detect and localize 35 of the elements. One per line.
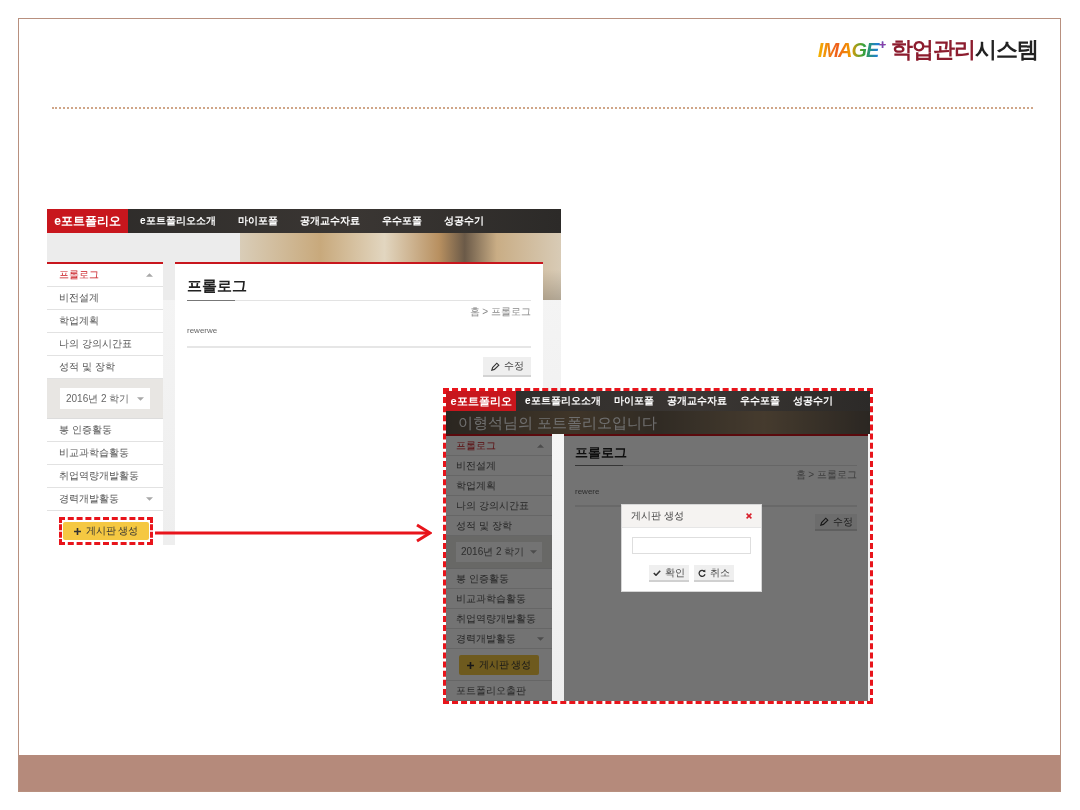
site-logo[interactable]: e포트폴리오 [446,391,516,411]
input-field[interactable] [632,537,751,554]
site-logo[interactable]: e포트폴리오 [47,209,128,233]
dialog-title: 게시판 생성 [631,509,684,523]
page-title: 프롤로그 [575,444,628,461]
post-text: rewerwe [187,326,218,336]
nav-link[interactable]: 우수포폴 [381,214,422,228]
check-icon [653,569,661,576]
nav-link[interactable]: 성공수기 [443,214,484,228]
nav-link[interactable]: 공개교수자료 [299,214,360,228]
caret-down-icon [137,396,144,401]
semester-select[interactable]: 2016년 2 학기 [60,388,150,409]
system-title: 학업관리시스템 [891,36,1038,64]
nav-link[interactable]: 성공수기 [792,394,833,408]
nav-link[interactable]: 우수포폴 [739,394,780,408]
nav-link[interactable]: e포트폴리오소개 [140,214,216,228]
pencil-icon [490,361,500,371]
post-text: rewere [575,487,600,497]
confirm-button[interactable]: 확인 [649,565,689,582]
caret-down-icon [530,550,537,554]
cancel-button[interactable]: 취소 [694,565,734,582]
refresh-icon [698,568,706,577]
nav-link[interactable]: e포트폴리오소개 [525,394,601,408]
close-icon[interactable] [746,513,752,519]
edit-button[interactable]: 수정 [483,357,531,377]
pencil-icon [819,517,829,526]
page-title: 프롤로그 [187,276,248,296]
nav-link[interactable]: 마이포폴 [613,394,654,408]
nav-link[interactable]: 마이포폴 [237,214,278,228]
breadcrumb: 홈 > 프롤로그 [469,306,531,318]
nav-link[interactable]: 공개교수자료 [666,394,727,408]
banner-title: 이형석님의 포트폴리오입니다 [458,413,658,433]
create-board-button[interactable]: 게시판 생성 [63,522,149,540]
plus-icon [73,527,81,535]
plus-icon [466,661,474,669]
